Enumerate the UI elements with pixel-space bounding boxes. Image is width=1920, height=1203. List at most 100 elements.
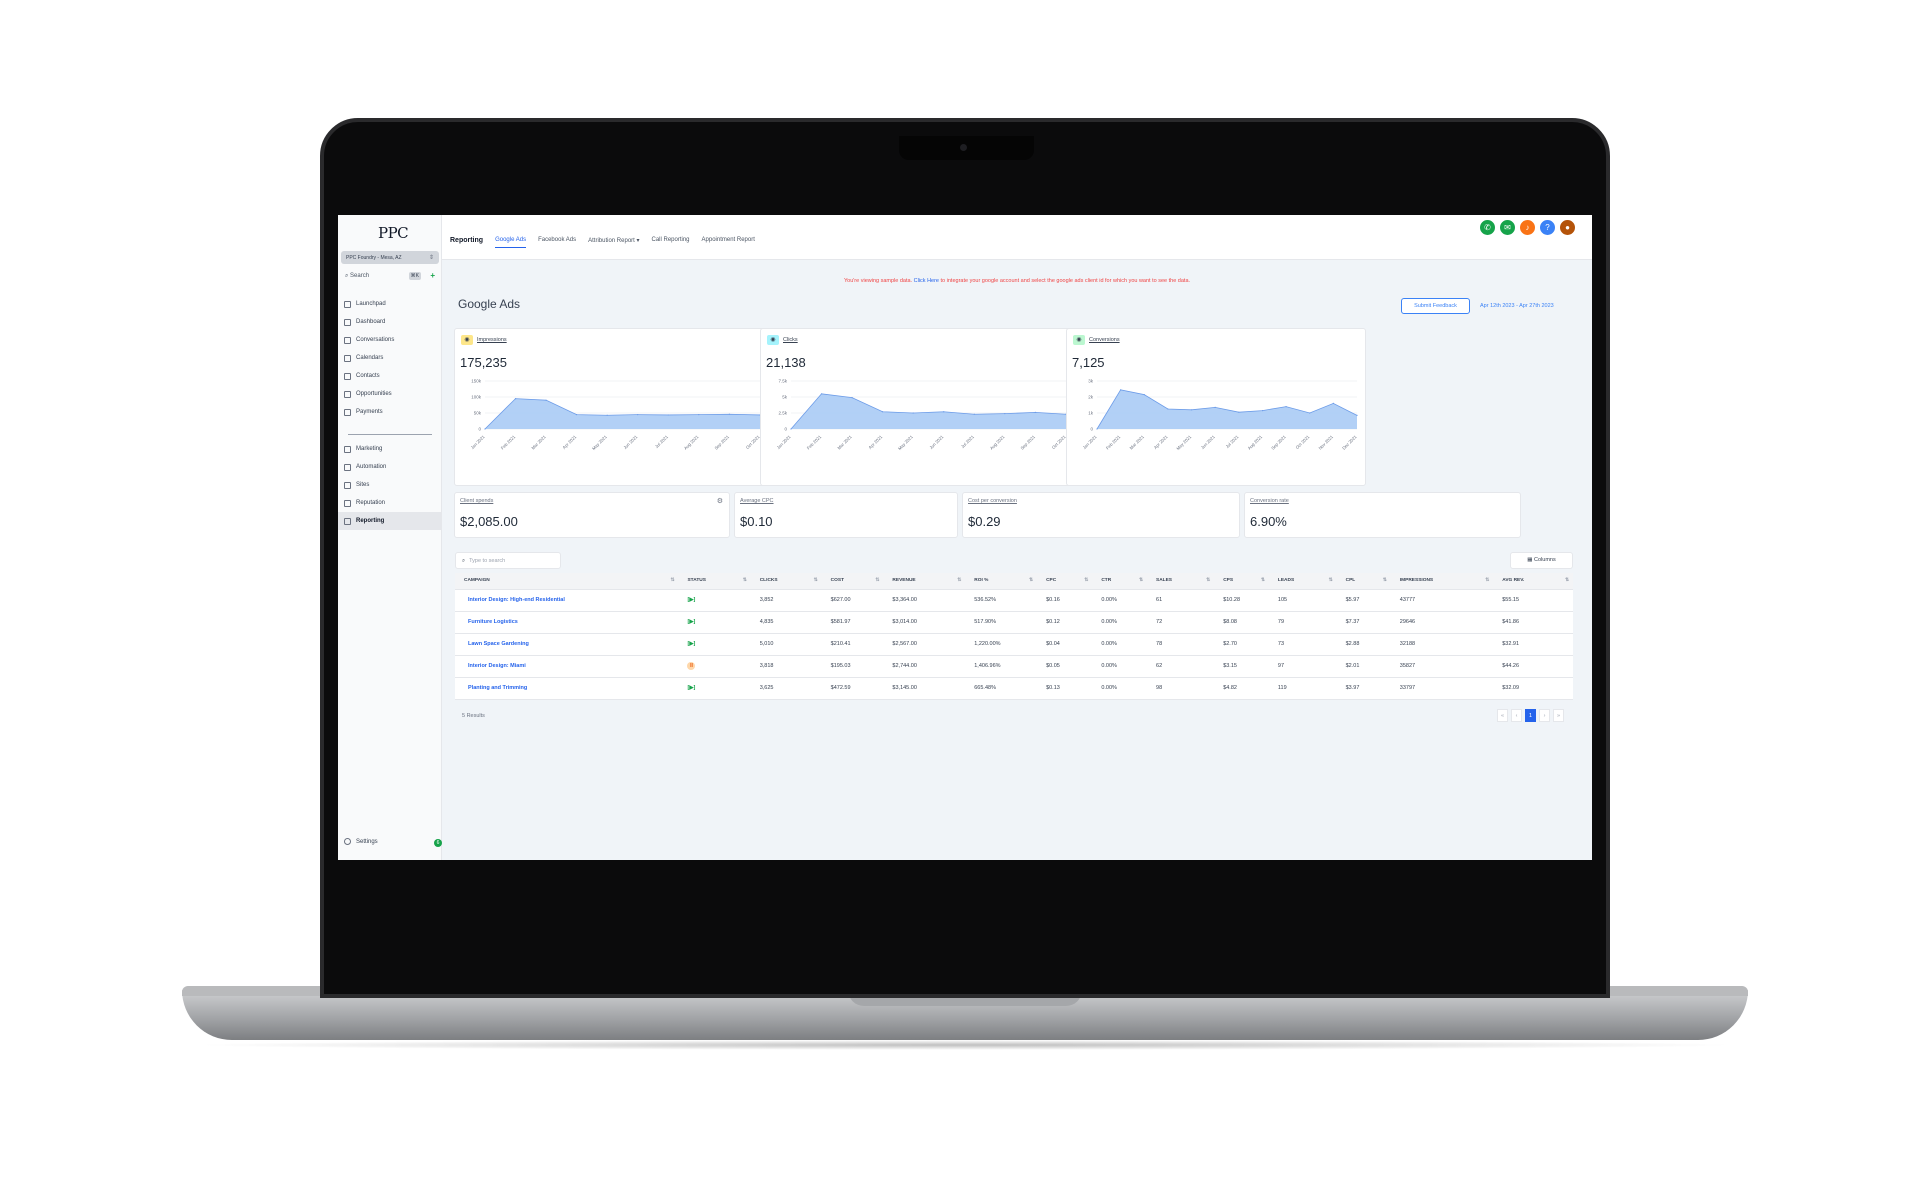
sidebar-item-conversations[interactable]: Conversations: [338, 331, 442, 349]
location-switcher[interactable]: PPC Foundry - Mesa, AZ ⇕: [341, 251, 439, 264]
sidebar-item-contacts[interactable]: Contacts: [338, 367, 442, 385]
table-row[interactable]: Furniture Logistics [▶] 4,835 $581.97 $3,014…: [455, 611, 1573, 634]
data-point[interactable]: [973, 413, 975, 415]
data-point[interactable]: [1309, 412, 1311, 414]
data-point[interactable]: [576, 414, 578, 416]
sidebar-item-marketing[interactable]: Marketing: [338, 440, 442, 458]
column-header-avg-rev[interactable]: AVG REV. ⇅: [1493, 573, 1573, 590]
sidebar-item-reporting[interactable]: Reporting: [338, 512, 442, 530]
data-point[interactable]: [545, 399, 547, 401]
phone-icon[interactable]: ✆: [1480, 220, 1495, 235]
gear-icon[interactable]: ⚙: [717, 497, 723, 505]
tab-google-ads[interactable]: Google Ads: [495, 237, 527, 248]
sort-icon[interactable]: ⇅: [1261, 578, 1265, 583]
data-point[interactable]: [1120, 389, 1122, 391]
notification-badge[interactable]: 6: [434, 839, 442, 847]
active-status-icon[interactable]: [▶]: [687, 597, 695, 603]
first-page-button[interactable]: «: [1497, 709, 1508, 722]
sidebar-item-launchpad[interactable]: Launchpad: [338, 295, 442, 313]
data-point[interactable]: [667, 414, 669, 416]
tab-appointment-report[interactable]: Appointment Report: [702, 237, 755, 248]
table-row[interactable]: Interior Design: High-end Residential [▶]…: [455, 589, 1573, 612]
next-page-button[interactable]: ›: [1539, 709, 1550, 722]
notice-link[interactable]: Click Here: [914, 278, 939, 284]
active-status-icon[interactable]: [▶]: [687, 641, 695, 647]
data-point[interactable]: [1004, 413, 1006, 415]
sort-icon[interactable]: ⇅: [1029, 578, 1033, 583]
table-row[interactable]: Planting and Trimming [▶] 3,625 $472.59 $3,1…: [455, 677, 1573, 700]
sidebar-item-sites[interactable]: Sites: [338, 476, 442, 494]
data-point[interactable]: [1356, 414, 1358, 416]
cell-campaign[interactable]: Furniture Logistics: [455, 611, 679, 634]
page-button[interactable]: 1: [1525, 709, 1536, 722]
data-point[interactable]: [790, 428, 792, 430]
sort-icon[interactable]: ⇅: [1329, 578, 1333, 583]
data-point[interactable]: [1167, 408, 1169, 410]
sort-icon[interactable]: ⇅: [814, 578, 818, 583]
data-point[interactable]: [1238, 411, 1240, 413]
data-point[interactable]: [1214, 406, 1216, 408]
column-header-cost[interactable]: COST ⇅: [821, 573, 884, 590]
column-header-impressions[interactable]: IMPRESSIONS ⇅: [1390, 573, 1494, 590]
tab-attribution-report[interactable]: Attribution Report ▾: [588, 237, 639, 248]
sort-icon[interactable]: ⇅: [1565, 578, 1569, 583]
kpi-label[interactable]: Conversions: [1089, 337, 1120, 343]
column-header-cps[interactable]: CPS ⇅: [1214, 573, 1269, 590]
active-status-icon[interactable]: [▶]: [687, 619, 695, 625]
sort-icon[interactable]: ⇅: [875, 578, 879, 583]
sort-icon[interactable]: ⇅: [743, 578, 747, 583]
tab-facebook-ads[interactable]: Facebook Ads: [538, 237, 576, 248]
sort-icon[interactable]: ⇅: [670, 578, 674, 583]
last-page-button[interactable]: »: [1553, 709, 1564, 722]
data-point[interactable]: [698, 414, 700, 416]
cell-campaign[interactable]: Interior Design: High-end Residential: [455, 589, 679, 612]
data-point[interactable]: [1034, 411, 1036, 413]
date-range-picker[interactable]: Apr 12th 2023 - Apr 27th 2023: [1480, 303, 1554, 309]
table-row[interactable]: Lawn Space Gardening [▶] 5,010 $210.41 $2,56…: [455, 633, 1573, 656]
cell-campaign[interactable]: Lawn Space Gardening: [455, 633, 679, 656]
data-point[interactable]: [637, 414, 639, 416]
sidebar-item-calendars[interactable]: Calendars: [338, 349, 442, 367]
data-point[interactable]: [728, 413, 730, 415]
table-search-input[interactable]: ⌕ Type to search: [455, 552, 561, 569]
table-row[interactable]: Interior Design: Miami II 3,818 $195.03 $2,7…: [455, 655, 1573, 678]
data-point[interactable]: [606, 414, 608, 416]
help-icon[interactable]: ?: [1540, 220, 1555, 235]
column-header-sales[interactable]: SALES ⇅: [1147, 573, 1215, 590]
quick-add-icon[interactable]: +: [430, 271, 435, 280]
column-header-roi[interactable]: ROI % ⇅: [965, 573, 1038, 590]
avatar[interactable]: ●: [1560, 220, 1575, 235]
data-point[interactable]: [851, 397, 853, 399]
sort-icon[interactable]: ⇅: [1485, 578, 1489, 583]
prev-page-button[interactable]: ‹: [1511, 709, 1522, 722]
sort-icon[interactable]: ⇅: [1383, 578, 1387, 583]
column-header-revenue[interactable]: REVENUE ⇅: [883, 573, 966, 590]
sort-icon[interactable]: ⇅: [957, 578, 961, 583]
bell-icon[interactable]: ♪: [1520, 220, 1535, 235]
sort-icon[interactable]: ⇅: [1084, 578, 1088, 583]
data-point[interactable]: [484, 428, 486, 430]
data-point[interactable]: [1332, 402, 1334, 404]
data-point[interactable]: [1190, 409, 1193, 411]
data-point[interactable]: [820, 393, 823, 395]
tab-call-reporting[interactable]: Call Reporting: [652, 237, 690, 248]
data-point[interactable]: [1143, 394, 1145, 396]
data-point[interactable]: [1285, 406, 1287, 408]
sidebar-item-opportunities[interactable]: Opportunities: [338, 385, 442, 403]
sort-icon[interactable]: ⇅: [1206, 578, 1210, 583]
data-point[interactable]: [912, 412, 914, 414]
sidebar-item-reputation[interactable]: Reputation: [338, 494, 442, 512]
column-header-cpc[interactable]: CPC ⇅: [1037, 573, 1093, 590]
data-point[interactable]: [1096, 428, 1098, 430]
column-header-clicks[interactable]: CLICKS ⇅: [750, 573, 822, 590]
columns-button[interactable]: ▦ Columns: [1510, 552, 1573, 569]
sidebar-item-dashboard[interactable]: Dashboard: [338, 313, 442, 331]
kpi-label[interactable]: Impressions: [477, 337, 507, 343]
data-point[interactable]: [514, 398, 517, 400]
active-status-icon[interactable]: [▶]: [687, 685, 695, 691]
megaphone-icon[interactable]: ✉: [1500, 220, 1515, 235]
cell-campaign[interactable]: Interior Design: Miami: [455, 655, 679, 678]
app-logo[interactable]: PPC: [378, 224, 409, 242]
sort-icon[interactable]: ⇅: [1139, 578, 1143, 583]
submit-feedback-button[interactable]: Submit Feedback: [1401, 298, 1470, 314]
